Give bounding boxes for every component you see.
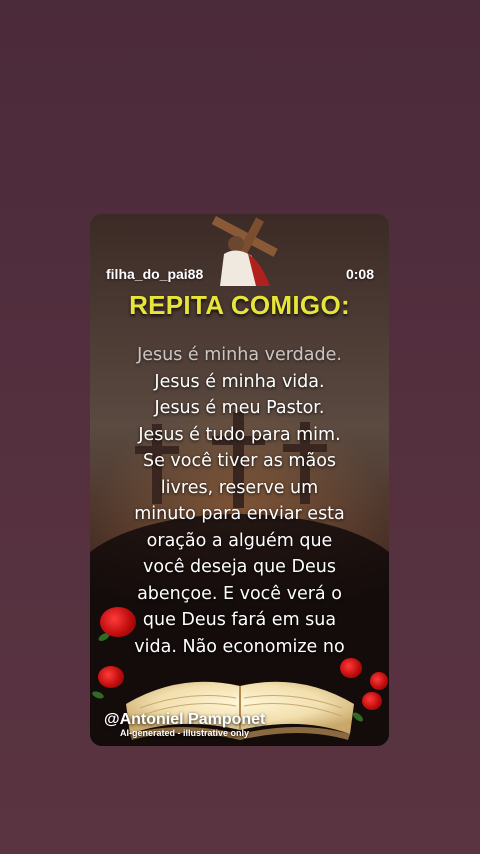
- username-label[interactable]: filha_do_pai88: [106, 266, 203, 282]
- prayer-line: minuto para enviar esta: [134, 504, 345, 524]
- prayer-line: Jesus é minha verdade.: [137, 345, 342, 365]
- rose-icon: [362, 692, 382, 710]
- video-card[interactable]: filha_do_pai88 0:08 REPITA COMIGO: Jesus…: [90, 214, 389, 746]
- prayer-line: que Deus fará em sua: [142, 610, 337, 630]
- prayer-line: oração a alguém que: [146, 530, 333, 551]
- prayer-line: livres, reserve um: [160, 477, 319, 498]
- prayer-line: você deseja que Deus: [143, 557, 336, 577]
- ai-generated-label: AI-generated - illustrative only: [120, 728, 250, 738]
- prayer-line: Jesus é tudo para mim.: [138, 424, 341, 445]
- prayer-line: Se você tiver as mãos: [142, 451, 337, 471]
- prayer-line: vida. Não economize no: [134, 636, 345, 657]
- jesus-carrying-cross-illustration: [211, 216, 278, 286]
- prayer-text: Jesus é minha verdade. Jesus é minha vid…: [102, 342, 377, 660]
- video-timer: 0:08: [345, 266, 374, 282]
- prayer-line: Jesus é minha vida.: [154, 371, 325, 392]
- video-title: REPITA COMIGO:: [129, 290, 350, 320]
- prayer-line: abençoe. E você verá o: [137, 583, 342, 604]
- prayer-line: Jesus é meu Pastor.: [154, 398, 325, 418]
- creator-watermark: @Antoniel Pamponet: [104, 711, 266, 728]
- rose-icon: [370, 672, 388, 690]
- rose-icon: [100, 607, 136, 637]
